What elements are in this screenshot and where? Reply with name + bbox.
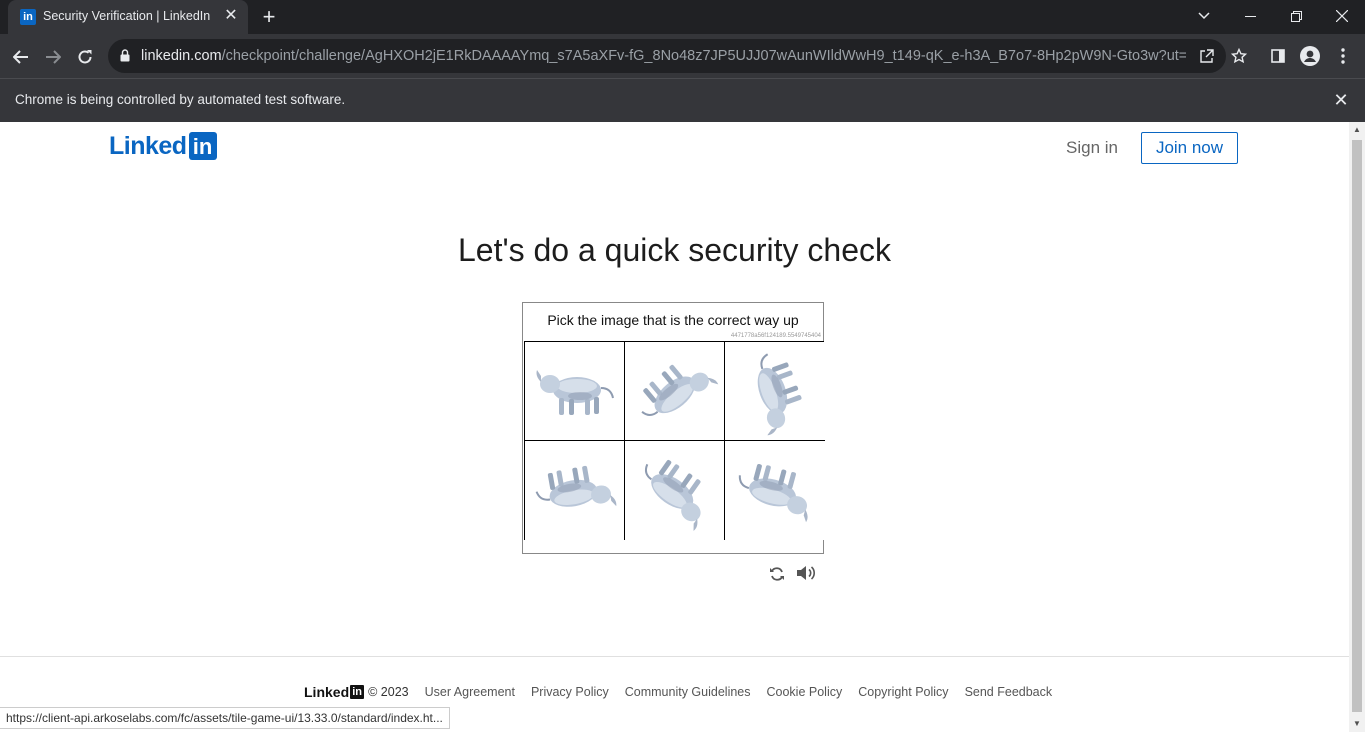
sign-in-link[interactable]: Sign in	[1066, 138, 1118, 158]
automation-infobar: Chrome is being controlled by automated …	[0, 78, 1365, 122]
kebab-menu-icon[interactable]	[1329, 42, 1357, 70]
scrollbar-thumb[interactable]	[1352, 140, 1362, 712]
animal-figure-icon	[644, 459, 701, 531]
animal-figure-icon	[641, 364, 719, 416]
profile-avatar-icon[interactable]	[1296, 42, 1324, 70]
animal-figure-icon	[536, 370, 614, 415]
page-title: Let's do a quick security check	[458, 232, 891, 268]
page-content: Linked in Sign in Join now Let's do a qu…	[0, 122, 1349, 732]
new-tab-plus-icon[interactable]: +	[258, 4, 280, 30]
infobar-message: Chrome is being controlled by automated …	[15, 92, 346, 107]
challenge-id: 4471778a56f124189.5549745404	[730, 333, 821, 339]
tab-strip: in Security Verification | LinkedIn ✕ +	[0, 0, 1365, 34]
url-path: /checkpoint/challenge/AgHXOH2jE1RkDAAAAY…	[221, 48, 1186, 64]
back-arrow-icon[interactable]	[7, 42, 35, 70]
challenge-prompt: Pick the image that is the correct way u…	[547, 312, 799, 328]
challenge-tile[interactable]	[725, 342, 825, 441]
footer-link-send-feedback[interactable]: Send Feedback	[965, 685, 1053, 699]
status-bar-url: https://client-api.arkoselabs.com/fc/ass…	[0, 707, 450, 729]
challenge-tile[interactable]	[625, 342, 725, 441]
join-now-button[interactable]: Join now	[1141, 132, 1238, 164]
side-panel-icon[interactable]	[1264, 42, 1292, 70]
footer-link-privacy-policy[interactable]: Privacy Policy	[531, 685, 609, 699]
forward-arrow-icon[interactable]	[39, 42, 67, 70]
page-scrollbar[interactable]: ▲ ▼	[1349, 122, 1365, 732]
animal-figure-icon	[757, 353, 802, 436]
tab-close-icon[interactable]: ✕	[222, 7, 240, 25]
footer-link-user-agreement[interactable]: User Agreement	[425, 685, 515, 699]
window-close-icon[interactable]	[1319, 0, 1365, 30]
restore-icon[interactable]	[1273, 0, 1319, 30]
browser-toolbar: linkedin.com/checkpoint/challenge/AgHXOH…	[0, 34, 1365, 78]
url-host: linkedin.com	[141, 48, 222, 64]
linkedin-logo[interactable]: Linked in	[109, 132, 217, 160]
lock-icon	[120, 49, 130, 62]
tab-title: Security Verification | LinkedIn	[43, 9, 211, 23]
minimize-icon[interactable]	[1227, 0, 1273, 30]
challenge-tile[interactable]	[725, 441, 825, 540]
scroll-down-icon[interactable]: ▼	[1349, 716, 1365, 732]
linkedin-favicon-icon: in	[20, 9, 36, 25]
footer-logo-wordmark: Linked	[304, 684, 350, 700]
animal-figure-icon	[738, 463, 808, 523]
footer-logo-in-box: in	[350, 685, 365, 699]
bookmark-star-icon[interactable]	[1228, 45, 1250, 67]
url-text: linkedin.com/checkpoint/challenge/AgHXOH…	[141, 47, 1186, 65]
captcha-challenge-frame: Pick the image that is the correct way u…	[522, 302, 825, 554]
tab-search-chevron-down-icon[interactable]	[1181, 0, 1227, 30]
challenge-tile[interactable]	[525, 441, 625, 540]
footer-link-copyright-policy[interactable]: Copyright Policy	[858, 685, 948, 699]
logo-wordmark: Linked	[109, 131, 187, 160]
footer-linkedin-logo: Linked in	[304, 684, 365, 700]
reload-icon[interactable]	[71, 42, 99, 70]
refresh-challenge-icon[interactable]	[766, 562, 788, 584]
animal-figure-icon	[535, 465, 617, 507]
scroll-up-icon[interactable]: ▲	[1349, 122, 1365, 138]
audio-challenge-icon[interactable]	[796, 562, 820, 584]
challenge-tile[interactable]	[625, 441, 725, 540]
tab-active[interactable]: in Security Verification | LinkedIn ✕	[8, 0, 248, 34]
challenge-tile-grid	[524, 341, 825, 540]
logo-in-box: in	[188, 132, 217, 160]
challenge-tile[interactable]	[525, 342, 625, 441]
footer-divider	[0, 656, 1349, 657]
infobar-close-icon[interactable]: ✕	[1330, 89, 1352, 111]
address-bar[interactable]: linkedin.com/checkpoint/challenge/AgHXOH…	[108, 39, 1248, 73]
copyright-text: © 2023	[368, 685, 409, 699]
share-icon[interactable]	[1195, 45, 1217, 67]
footer-link-cookie-policy[interactable]: Cookie Policy	[767, 685, 843, 699]
footer-link-community-guidelines[interactable]: Community Guidelines	[625, 685, 751, 699]
footer: Linked in © 2023 User Agreement Privacy …	[304, 684, 1068, 700]
